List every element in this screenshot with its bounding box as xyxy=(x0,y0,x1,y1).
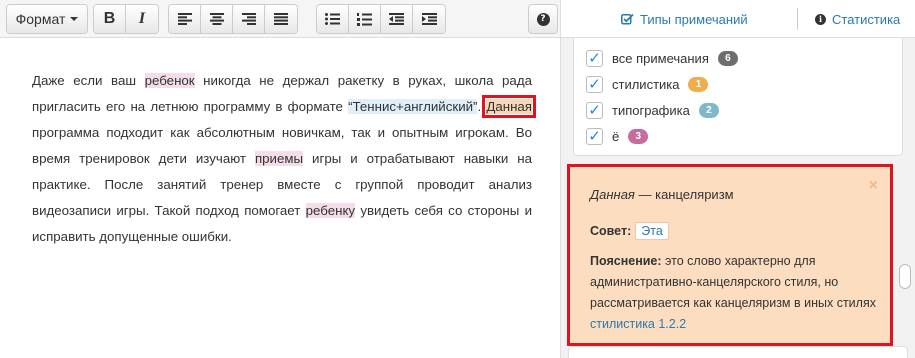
align-center-icon xyxy=(209,13,224,25)
highlight-child-2[interactable]: ребенку xyxy=(305,203,356,218)
checkbox-checked-icon[interactable]: ✓ xyxy=(586,76,603,93)
bullet-list-icon xyxy=(325,13,340,25)
align-center-button[interactable] xyxy=(201,5,233,33)
bold-button[interactable]: B xyxy=(94,5,126,33)
italic-icon: I xyxy=(138,10,146,27)
next-card-edge xyxy=(568,346,908,358)
filter-label: ё xyxy=(612,129,620,144)
checkbox-checked-icon[interactable]: ✓ xyxy=(586,128,603,145)
filter-all-notes[interactable]: ✓ все примечания 6 xyxy=(586,50,738,67)
filter-yo[interactable]: ✓ ё 3 xyxy=(586,128,649,145)
info-icon: i xyxy=(815,13,826,25)
checkbox-checked-icon[interactable]: ✓ xyxy=(586,50,603,67)
chevron-down-icon xyxy=(70,17,79,21)
indent-icon xyxy=(421,13,437,25)
list-group xyxy=(316,4,446,34)
rule-link[interactable]: стилистика 1.2.2 xyxy=(590,317,686,331)
filter-stylistics[interactable]: ✓ стилистика 1 xyxy=(586,76,709,93)
count-badge: 1 xyxy=(688,77,709,92)
numbered-list-icon xyxy=(357,12,372,26)
note-advice: Совет: Эта xyxy=(590,222,669,240)
editor-content[interactable]: Даже если ваш ребенок никогда не держал … xyxy=(32,68,536,250)
format-dropdown[interactable]: Формат xyxy=(7,5,87,33)
count-badge: 6 xyxy=(717,51,738,66)
help-icon: ? xyxy=(536,12,550,26)
note-explanation: Пояснение: это слово характерно для адми… xyxy=(590,251,880,335)
bold-icon: B xyxy=(103,10,116,27)
align-justify-button[interactable] xyxy=(265,5,297,33)
bullet-list-button[interactable] xyxy=(317,5,349,33)
filter-label: все примечания xyxy=(612,51,709,66)
tab-statistics[interactable]: i Статистика xyxy=(815,0,900,38)
notes-sidebar: ✓ все примечания 6 ✓ стилистика 1 ✓ типо… xyxy=(560,38,915,358)
close-icon[interactable]: × xyxy=(869,177,878,195)
tab-note-types-label: Типы примечаний xyxy=(640,11,748,27)
align-left-icon xyxy=(177,13,192,25)
checkbox-checked-icon[interactable]: ✓ xyxy=(586,102,603,119)
count-badge: 3 xyxy=(628,129,649,144)
align-left-button[interactable] xyxy=(169,5,201,33)
advice-label: Совет: xyxy=(590,224,632,238)
help-button[interactable]: ? xyxy=(528,4,558,34)
text-segment: Даже если ваш xyxy=(32,73,145,88)
filter-typography[interactable]: ✓ типографика 2 xyxy=(586,102,719,119)
text-style-group: B I xyxy=(93,4,159,34)
edit-checkbox-icon xyxy=(621,13,634,25)
header-divider xyxy=(797,8,798,30)
filter-label: стилистика xyxy=(612,77,680,92)
explanation-label: Пояснение: xyxy=(590,254,662,268)
scrollbar-thumb[interactable] xyxy=(899,264,911,289)
format-group: Формат xyxy=(6,4,88,34)
note-title: Данная — канцеляризм xyxy=(590,187,734,202)
right-panel-header: Типы примечаний i Статистика xyxy=(560,0,915,38)
tab-note-types[interactable]: Типы примечаний xyxy=(621,0,748,38)
note-card: Данная — канцеляризм × Совет: Эта Поясне… xyxy=(567,164,893,346)
advice-suggestion[interactable]: Эта xyxy=(635,222,669,240)
indent-button[interactable] xyxy=(413,5,445,33)
outdent-icon xyxy=(389,13,404,25)
align-group xyxy=(168,4,298,34)
align-right-icon xyxy=(241,13,256,25)
filter-label: типографика xyxy=(612,103,690,118)
highlight-dannaya-active[interactable]: Данная xyxy=(482,95,536,118)
format-label: Формат xyxy=(15,11,66,27)
numbered-list-button[interactable] xyxy=(349,5,381,33)
highlight-child-1[interactable]: ребенок xyxy=(144,73,195,88)
text-segment: . xyxy=(477,99,487,114)
note-word: Данная xyxy=(590,187,635,202)
align-right-button[interactable] xyxy=(233,5,265,33)
italic-button[interactable]: I xyxy=(126,5,158,33)
align-justify-icon xyxy=(274,13,288,25)
note-type-label: — канцеляризм xyxy=(634,187,734,202)
highlight-priemy[interactable]: приемы xyxy=(254,151,304,166)
note-type-filters: ✓ все примечания 6 ✓ стилистика 1 ✓ типо… xyxy=(573,38,903,156)
outdent-button[interactable] xyxy=(381,5,413,33)
count-badge: 2 xyxy=(698,103,719,118)
text-editor[interactable]: Даже если ваш ребенок никогда не держал … xyxy=(0,38,560,358)
tab-statistics-label: Статистика xyxy=(832,11,901,27)
highlight-quote[interactable]: “Теннис+английский” xyxy=(348,99,478,114)
editor-toolbar: Формат B I ? xyxy=(0,0,560,38)
